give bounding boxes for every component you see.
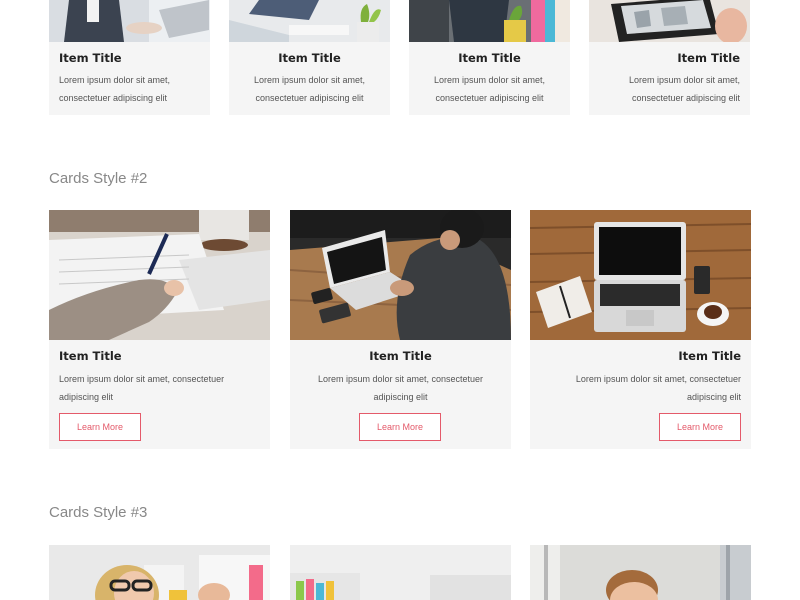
learn-more-button[interactable]: Learn More (659, 413, 741, 441)
card-title: Item Title (278, 51, 341, 65)
card-title: Item Title (678, 349, 741, 363)
card-title: Item Title (458, 51, 521, 65)
section-heading-style2: Cards Style #2 (49, 170, 148, 187)
learn-more-button[interactable]: Learn More (59, 413, 141, 441)
card-title: Item Title (677, 51, 740, 65)
woman-glasses-photo (49, 545, 270, 600)
card-text: Lorem ipsum dolor sit amet, consectetuer… (253, 75, 366, 103)
card-style1-1[interactable]: Item Title Lorem ipsum dolor sit amet, c… (49, 0, 210, 115)
shelf-photo (290, 545, 511, 600)
card-style3-1[interactable] (49, 545, 270, 600)
card-text: Lorem ipsum dolor sit amet, consectetuer… (317, 374, 484, 402)
card-style1-3[interactable]: Item Title Lorem ipsum dolor sit amet, c… (409, 0, 570, 115)
card-title: Item Title (59, 349, 122, 363)
card-text: Lorem ipsum dolor sit amet, consectetuer… (59, 374, 225, 402)
card-style3-2[interactable] (290, 545, 511, 600)
learn-more-button[interactable]: Learn More (359, 413, 441, 441)
laptop-desk-photo (49, 0, 210, 42)
card-style2-2[interactable]: Item Title Lorem ipsum dolor sit amet, c… (290, 210, 511, 449)
writing-hand-photo (49, 210, 270, 340)
section-heading-style3: Cards Style #3 (49, 504, 148, 521)
card-text: Lorem ipsum dolor sit amet, consectetuer… (59, 75, 171, 103)
man-portrait-photo (530, 545, 751, 600)
card-style1-2[interactable]: Item Title Lorem ipsum dolor sit amet, c… (229, 0, 390, 115)
plant-desk-photo (229, 0, 390, 42)
card-title: Item Title (369, 349, 432, 363)
card-title: Item Title (59, 51, 122, 65)
card-style3-3[interactable] (530, 545, 751, 600)
card-text: Lorem ipsum dolor sit amet, consectetuer… (575, 374, 741, 402)
person-desk-photo (409, 0, 570, 42)
card-text: Lorem ipsum dolor sit amet, consectetuer… (433, 75, 546, 103)
card-text: Lorem ipsum dolor sit amet, consectetuer… (628, 75, 740, 103)
card-style1-4[interactable]: Item Title Lorem ipsum dolor sit amet, c… (589, 0, 750, 115)
card-style2-3[interactable]: Item Title Lorem ipsum dolor sit amet, c… (530, 210, 751, 449)
man-laptop-photo (290, 210, 511, 340)
laptop-wood-table-photo (530, 210, 751, 340)
card-style2-1[interactable]: Item Title Lorem ipsum dolor sit amet, c… (49, 210, 270, 449)
tablet-photo (589, 0, 750, 42)
